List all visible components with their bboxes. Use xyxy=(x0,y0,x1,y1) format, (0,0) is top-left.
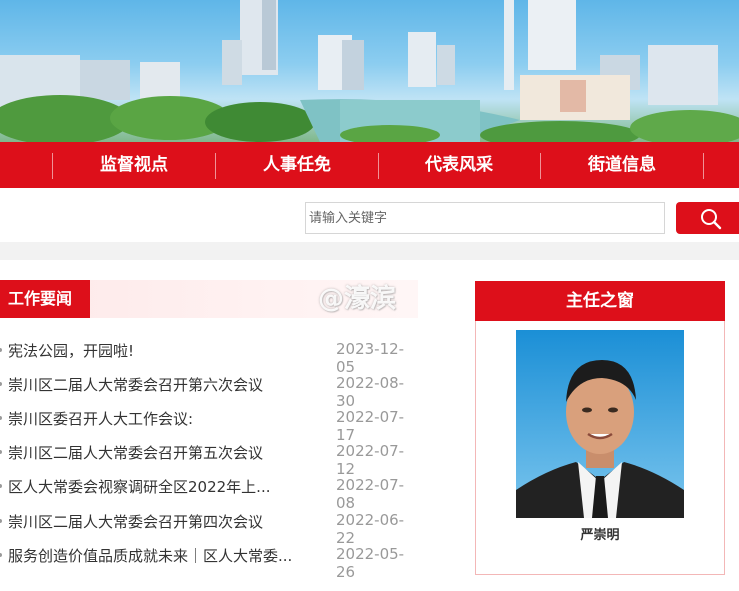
divider-band xyxy=(0,242,739,260)
news-item[interactable]: 崇川区二届人大常委会召开第四次会议 2022-06-22 xyxy=(0,504,420,547)
nav-separator xyxy=(215,153,216,179)
news-title[interactable]: 区人大常委会视察调研全区2022年上... xyxy=(8,476,298,497)
news-title[interactable]: 崇川区二届人大常委会召开第五次会议 xyxy=(8,442,298,463)
news-item[interactable]: 区人大常委会视察调研全区2022年上... 2022-07-08 xyxy=(0,469,420,512)
watermark: @濠滨 xyxy=(318,284,397,314)
nav-item-appointments[interactable]: 人事任免 xyxy=(243,142,351,188)
news-title[interactable]: 崇川区二届人大常委会召开第四次会议 xyxy=(8,511,298,532)
city-banner xyxy=(0,0,739,142)
news-item[interactable]: 服务创造价值品质成就未来｜区人大常委... 2022-05-26 xyxy=(0,538,420,581)
director-name[interactable]: 严崇明 xyxy=(475,524,725,543)
search-icon xyxy=(701,209,722,230)
director-photo[interactable] xyxy=(516,330,684,518)
news-item[interactable]: 崇川区二届人大常委会召开第五次会议 2022-07-12 xyxy=(0,435,420,478)
news-title[interactable]: 宪法公园，开园啦! xyxy=(8,340,298,361)
bullet-icon xyxy=(0,484,2,488)
nav-separator xyxy=(52,153,53,179)
news-item[interactable]: 崇川区委召开人大工作会议: 2022-07-17 xyxy=(0,401,420,444)
news-heading[interactable]: 工作要闻 xyxy=(0,280,90,318)
news-title[interactable]: 崇川区委召开人大工作会议: xyxy=(8,408,298,429)
city-skyline-illustration xyxy=(0,0,739,142)
bullet-icon xyxy=(0,519,2,523)
bullet-icon xyxy=(0,382,2,386)
bullet-icon xyxy=(0,416,2,420)
bullet-icon xyxy=(0,348,2,352)
news-title[interactable]: 服务创造价值品质成就未来｜区人大常委... xyxy=(8,545,298,566)
nav-item-street-info[interactable]: 街道信息 xyxy=(568,142,676,188)
news-title[interactable]: 崇川区二届人大常委会召开第六次会议 xyxy=(8,374,298,395)
news-item[interactable]: 崇川区二届人大常委会召开第六次会议 2022-08-30 xyxy=(0,367,420,410)
nav-separator xyxy=(378,153,379,179)
nav-separator xyxy=(703,153,704,179)
director-heading[interactable]: 主任之窗 xyxy=(475,281,725,321)
nav-item-supervision[interactable]: 监督视点 xyxy=(80,142,188,188)
search-button[interactable] xyxy=(676,202,739,234)
search-input[interactable] xyxy=(305,202,665,234)
news-date: 2022-05-26 xyxy=(336,545,405,581)
nav-separator xyxy=(540,153,541,179)
portrait-image xyxy=(516,330,684,518)
bullet-icon xyxy=(0,553,2,557)
bullet-icon xyxy=(0,450,2,454)
main-nav: 监督视点 人事任免 代表风采 街道信息 xyxy=(0,142,739,188)
nav-item-representatives[interactable]: 代表风采 xyxy=(405,142,513,188)
news-item[interactable]: 宪法公园，开园啦! 2023-12-05 xyxy=(0,333,420,376)
